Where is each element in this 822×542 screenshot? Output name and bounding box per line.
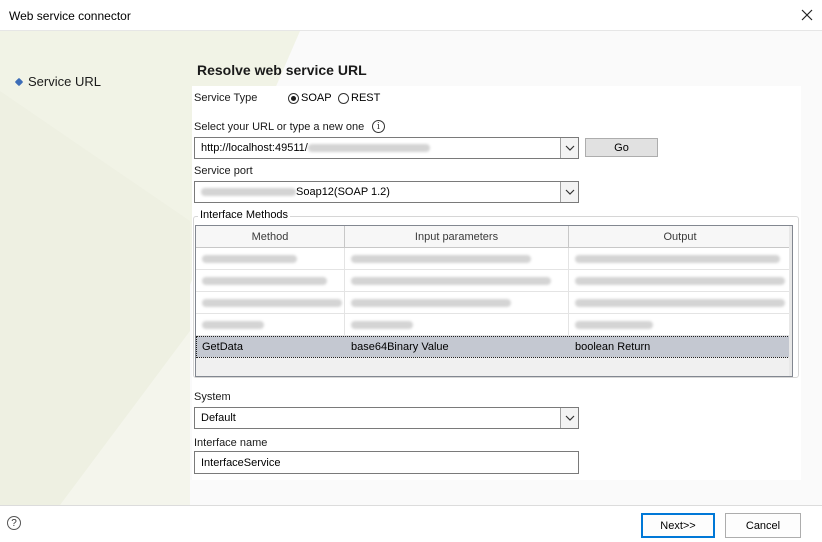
method-cell: GetData <box>196 336 345 358</box>
soap-radio[interactable]: SOAP <box>288 92 332 104</box>
info-icon[interactable]: i <box>372 120 385 133</box>
table-cell <box>569 248 792 270</box>
system-label: System <box>194 391 231 403</box>
diamond-bullet-icon <box>14 77 24 86</box>
vertical-scrollbar[interactable] <box>789 226 792 376</box>
sidebar-item-label: Service URL <box>28 74 101 89</box>
redacted-text <box>351 320 413 329</box>
redacted-text <box>201 188 296 197</box>
column-header-method[interactable]: Method <box>196 226 345 248</box>
table-cell <box>196 248 345 270</box>
table-row[interactable] <box>196 292 792 314</box>
service-port-value: Soap12(SOAP 1.2) <box>195 186 560 198</box>
table-cell <box>569 270 792 292</box>
go-button[interactable]: Go <box>585 138 658 157</box>
table-cell <box>345 270 569 292</box>
title-bar: Web service connector <box>0 0 822 31</box>
table-cell <box>196 314 345 336</box>
rest-radio[interactable]: REST <box>338 92 380 104</box>
radio-checked-icon <box>288 92 299 104</box>
url-combobox[interactable]: http://localhost:49511/ <box>194 137 579 159</box>
close-icon <box>801 9 813 21</box>
table-row-selected[interactable]: GetData base64Binary Value boolean Retur… <box>196 336 792 358</box>
table-cell <box>345 314 569 336</box>
redacted-text <box>575 298 785 307</box>
redacted-text <box>202 320 264 329</box>
soap-radio-label: SOAP <box>301 92 332 104</box>
chevron-down-icon <box>565 145 574 151</box>
help-icon[interactable]: ? <box>7 516 21 530</box>
service-port-combobox[interactable]: Soap12(SOAP 1.2) <box>194 181 579 203</box>
table-cell <box>569 314 792 336</box>
redacted-text <box>351 298 511 307</box>
table-rows: GetData base64Binary Value boolean Retur… <box>196 248 792 358</box>
table-row[interactable] <box>196 314 792 336</box>
dialog-footer: ? Next>> Cancel <box>0 505 822 542</box>
table-cell <box>345 292 569 314</box>
table-cell <box>196 292 345 314</box>
redacted-text <box>351 254 531 263</box>
service-port-dropdown-button[interactable] <box>560 182 578 202</box>
interface-methods-table: Method Input parameters Output GetData b… <box>195 225 793 377</box>
table-cell <box>345 248 569 270</box>
table-header: Method Input parameters Output <box>196 226 792 248</box>
table-row[interactable] <box>196 270 792 292</box>
redacted-text <box>202 254 297 263</box>
url-value: http://localhost:49511/ <box>195 142 560 154</box>
rest-radio-label: REST <box>351 92 381 104</box>
chevron-down-icon <box>565 189 574 195</box>
redacted-text <box>575 320 653 329</box>
table-row[interactable] <box>196 248 792 270</box>
next-button[interactable]: Next>> <box>641 513 715 538</box>
table-cell <box>569 292 792 314</box>
output-cell: boolean Return <box>569 336 792 358</box>
column-header-output[interactable]: Output <box>569 226 792 248</box>
service-type-label: Service Type <box>194 92 258 104</box>
redacted-text <box>575 276 785 285</box>
system-value: Default <box>201 412 236 424</box>
table-cell <box>196 270 345 292</box>
input-parameters-cell: base64Binary Value <box>345 336 569 358</box>
close-button[interactable] <box>792 0 822 30</box>
sidebar-item-service-url[interactable]: Service URL <box>14 74 101 89</box>
service-port-label: Service port <box>194 165 253 177</box>
interface-name-label: Interface name <box>194 437 268 449</box>
redacted-text <box>351 276 551 285</box>
interface-name-input[interactable]: InterfaceService <box>194 451 579 474</box>
interface-methods-label: Interface Methods <box>198 209 291 221</box>
redacted-text <box>202 276 327 285</box>
radio-unchecked-icon <box>338 92 349 104</box>
chevron-down-icon <box>565 415 574 421</box>
redacted-text <box>307 144 430 153</box>
page-title: Resolve web service URL <box>197 62 367 78</box>
url-label: Select your URL or type a new one <box>194 121 365 133</box>
cancel-button[interactable]: Cancel <box>725 513 801 538</box>
window-title: Web service connector <box>9 9 131 23</box>
system-combobox[interactable]: Default <box>194 407 579 429</box>
url-dropdown-button[interactable] <box>560 138 578 158</box>
column-header-input-parameters[interactable]: Input parameters <box>345 226 569 248</box>
redacted-text <box>202 298 342 307</box>
redacted-text <box>575 254 780 263</box>
system-dropdown-button[interactable] <box>560 408 578 428</box>
